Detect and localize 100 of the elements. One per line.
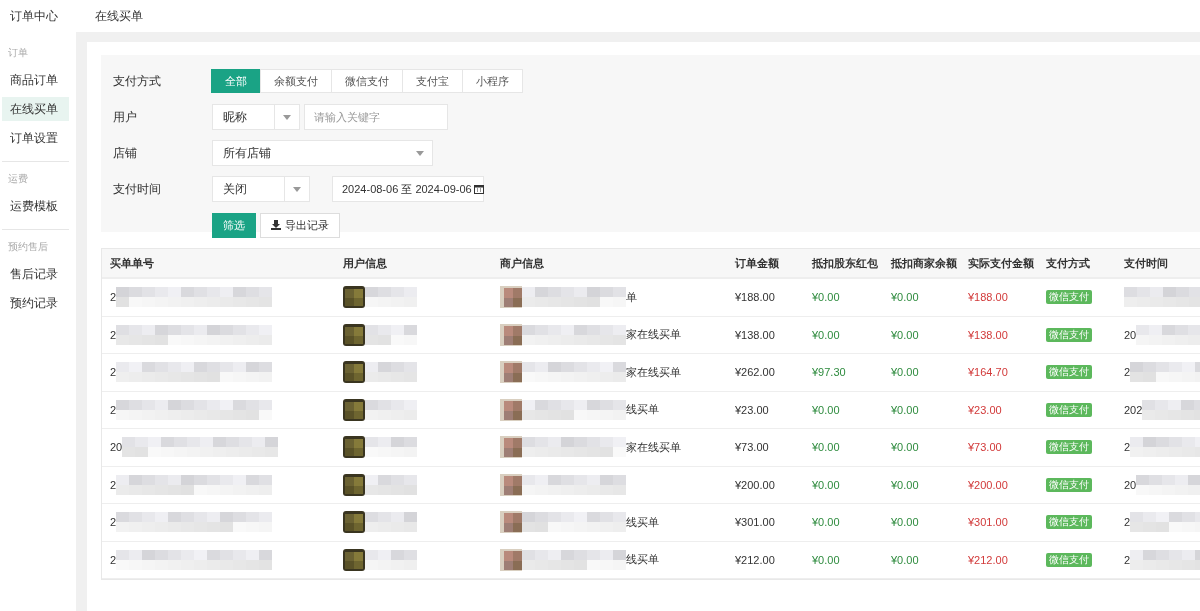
filter-label: 用户 <box>113 109 138 125</box>
order-number: 20 <box>110 441 123 454</box>
pay-time: 20 <box>1124 478 1137 491</box>
order-number: 2 <box>110 366 117 379</box>
paid-amount: ¥23.00 <box>968 403 1002 416</box>
payment-tag: 微信支付 <box>1046 327 1092 342</box>
paid-amount: ¥188.00 <box>968 291 1008 304</box>
deduction-amount: ¥0.00 <box>812 516 840 529</box>
pay-time: 2 <box>1124 366 1131 379</box>
column-header: 买单单号 <box>109 255 155 271</box>
app-title: 订单中心 <box>9 7 59 25</box>
column-header: 支付时间 <box>1123 255 1169 271</box>
order-number: 2 <box>110 328 117 341</box>
select-dropdown[interactable]: 关闭 <box>212 176 310 202</box>
column-header: 支付方式 <box>1045 255 1091 271</box>
deduction-amount: ¥0.00 <box>891 403 919 416</box>
select-dropdown[interactable]: 所有店铺 <box>212 140 433 166</box>
deduction-amount: ¥0.00 <box>812 441 840 454</box>
paid-amount: ¥212.00 <box>968 553 1008 566</box>
pay-time: 2 <box>1124 516 1131 529</box>
merchant-name: 家在线买单 <box>626 327 681 343</box>
deduction-amount: ¥0.00 <box>891 516 919 529</box>
sidebar-item[interactable]: 售后记录 <box>2 262 69 286</box>
order-amount: ¥138.00 <box>735 328 775 341</box>
payment-tag: 微信支付 <box>1046 402 1092 417</box>
page-title: 在线买单 <box>94 7 143 25</box>
deduction-amount: ¥0.00 <box>812 328 840 341</box>
pay-time: 202 <box>1124 403 1143 416</box>
merchant-name: 家在线买单 <box>626 439 681 455</box>
caret-icon <box>416 150 424 156</box>
sidebar-item[interactable]: 预约记录 <box>2 291 69 315</box>
section-label: 预约售后 <box>7 240 49 254</box>
filter-tab[interactable]: 微信支付 <box>331 69 403 93</box>
order-amount: ¥212.00 <box>735 553 775 566</box>
sidebar-item[interactable]: 商品订单 <box>2 68 69 92</box>
section-label: 订单 <box>7 46 29 60</box>
column-header: 实际支付金额 <box>967 255 1035 271</box>
deduction-amount: ¥0.00 <box>891 441 919 454</box>
deduction-amount: ¥0.00 <box>891 478 919 491</box>
order-number: 2 <box>110 478 117 491</box>
calendar-icon <box>473 184 484 194</box>
order-number: 2 <box>110 403 117 416</box>
select-dropdown[interactable]: 昵称 <box>212 104 300 130</box>
merchant-name: 家在线买单 <box>626 364 681 380</box>
payment-tag: 微信支付 <box>1046 290 1092 305</box>
order-number: 2 <box>110 553 117 566</box>
order-amount: ¥73.00 <box>735 441 769 454</box>
paid-amount: ¥138.00 <box>968 328 1008 341</box>
filter-label: 支付时间 <box>113 181 162 197</box>
paid-amount: ¥73.00 <box>968 441 1002 454</box>
merchant-name: 线买单 <box>626 402 659 418</box>
filter-tab[interactable]: 支付宝 <box>402 69 463 93</box>
order-number: 2 <box>110 291 117 304</box>
column-header: 订单金额 <box>734 255 780 271</box>
column-header: 商户信息 <box>499 255 545 271</box>
payment-tag: 微信支付 <box>1046 365 1092 380</box>
payment-tag: 微信支付 <box>1046 552 1092 567</box>
paid-amount: ¥200.00 <box>968 478 1008 491</box>
filter-label: 支付方式 <box>113 73 162 89</box>
filter-label: 店铺 <box>113 145 138 161</box>
order-amount: ¥188.00 <box>735 291 775 304</box>
paid-amount: ¥164.70 <box>968 366 1008 379</box>
sidebar-item[interactable]: 运费模板 <box>2 194 69 218</box>
deduction-amount: ¥0.00 <box>891 328 919 341</box>
deduction-amount: ¥97.30 <box>812 366 846 379</box>
export-button[interactable]: 导出记录 <box>260 212 340 238</box>
deduction-amount: ¥0.00 <box>891 553 919 566</box>
pay-time: 2 <box>1124 553 1131 566</box>
date-range-field[interactable]: 2024-08-06 至 2024-09-06 <box>332 176 484 202</box>
pay-time: 2 <box>1124 441 1131 454</box>
sidebar-item[interactable]: 订单设置 <box>2 126 69 150</box>
caret-icon <box>283 114 291 120</box>
section-label: 运费 <box>7 172 29 186</box>
search-field[interactable]: 请输入关键字 <box>304 104 448 130</box>
pay-time: 20 <box>1124 328 1137 341</box>
paid-amount: ¥301.00 <box>968 516 1008 529</box>
deduction-amount: ¥0.00 <box>812 478 840 491</box>
order-amount: ¥23.00 <box>735 403 769 416</box>
order-amount: ¥262.00 <box>735 366 775 379</box>
merchant-name: 单 <box>626 289 637 305</box>
download-icon <box>271 220 281 230</box>
order-number: 2 <box>110 516 117 529</box>
column-header: 抵扣商家余额 <box>890 255 958 271</box>
filter-tab[interactable]: 余额支付 <box>260 69 332 93</box>
order-amount: ¥301.00 <box>735 516 775 529</box>
filter-tab[interactable]: 小程序 <box>462 69 523 93</box>
payment-tag: 微信支付 <box>1046 477 1092 492</box>
merchant-name: 线买单 <box>626 514 659 530</box>
column-header: 抵扣股东红包 <box>811 255 879 271</box>
deduction-amount: ¥0.00 <box>812 403 840 416</box>
payment-tag: 微信支付 <box>1046 440 1092 455</box>
payment-tag: 微信支付 <box>1046 515 1092 530</box>
merchant-name: 线买单 <box>626 552 659 568</box>
deduction-amount: ¥0.00 <box>891 291 919 304</box>
caret-icon <box>293 186 301 192</box>
column-header: 用户信息 <box>342 255 388 271</box>
order-amount: ¥200.00 <box>735 478 775 491</box>
deduction-amount: ¥0.00 <box>812 553 840 566</box>
sidebar-item[interactable]: 在线买单 <box>2 97 69 121</box>
deduction-amount: ¥0.00 <box>812 291 840 304</box>
